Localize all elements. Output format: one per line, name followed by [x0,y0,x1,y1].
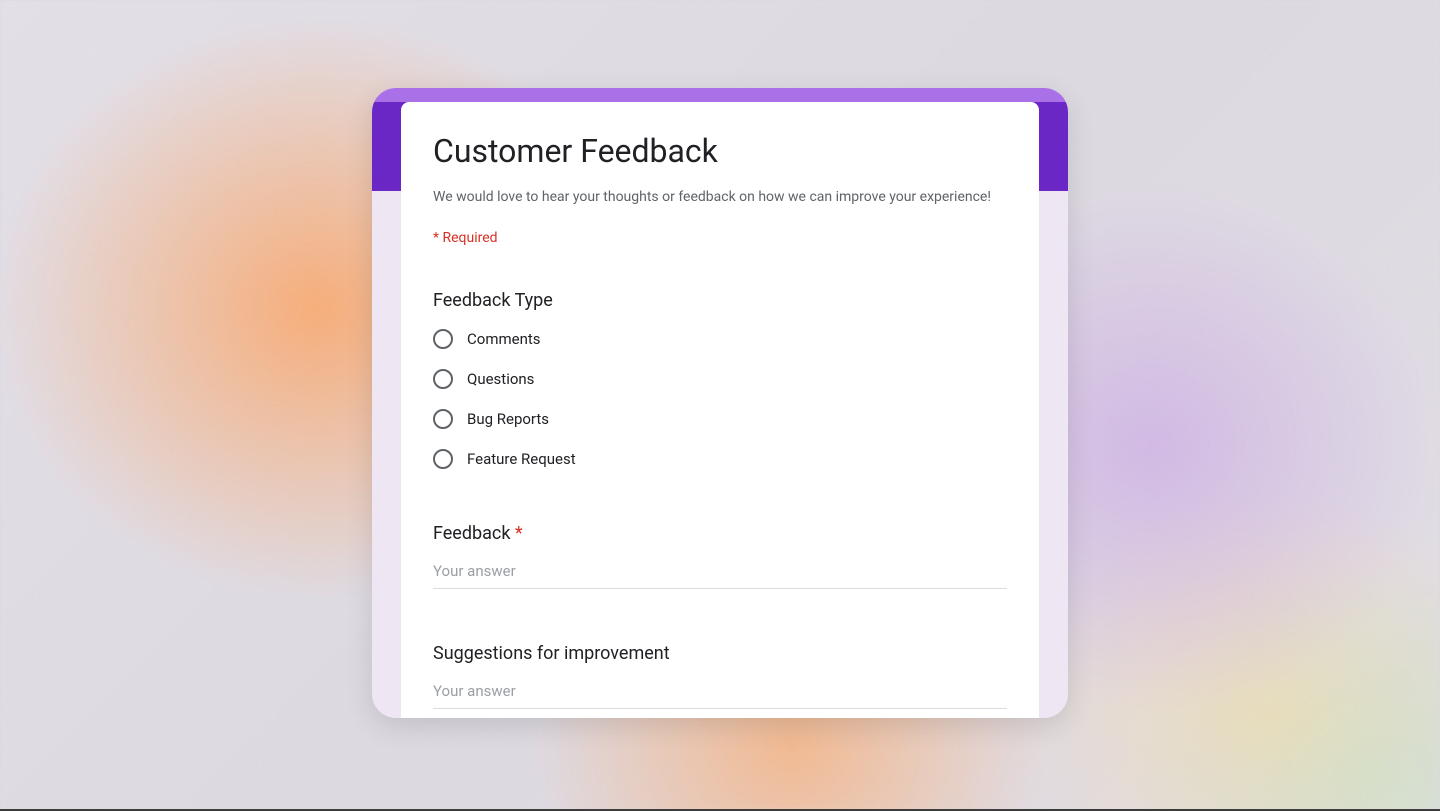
form-description: We would love to hear your thoughts or f… [433,188,1007,208]
question-feedback: Feedback * [401,497,1039,617]
question-title-suggestions: Suggestions for improvement [433,643,1007,664]
question-title-text: Feedback [433,523,515,544]
radio-icon [433,329,453,349]
radio-option-questions[interactable]: Questions [433,369,1007,389]
required-indicator: * Required [433,230,1007,246]
radio-option-bug-reports[interactable]: Bug Reports [433,409,1007,429]
radio-group-feedback-type: Comments Questions Bug Reports Feature R… [433,329,1007,469]
radio-option-comments[interactable]: Comments [433,329,1007,349]
radio-label: Questions [467,370,534,388]
radio-label: Feature Request [467,450,576,468]
radio-label: Comments [467,330,541,348]
header-inner: Customer Feedback We would love to hear … [401,102,1039,276]
radio-option-feature-request[interactable]: Feature Request [433,449,1007,469]
radio-icon [433,449,453,469]
radio-icon [433,369,453,389]
required-star-icon: * [515,523,523,544]
feedback-input[interactable] [433,558,1007,589]
form-title: Customer Feedback [433,132,1007,170]
suggestions-input[interactable] [433,678,1007,709]
form-body: Customer Feedback We would love to hear … [372,102,1068,718]
form-header-card: Customer Feedback We would love to hear … [401,102,1039,276]
question-suggestions: Suggestions for improvement [401,617,1039,718]
radio-icon [433,409,453,429]
radio-label: Bug Reports [467,410,549,428]
form-container: Customer Feedback We would love to hear … [372,88,1068,718]
question-title-feedback-type: Feedback Type [433,290,1007,311]
question-title-feedback: Feedback * [433,523,1007,544]
form-accent-bar [372,88,1068,102]
question-feedback-type: Feedback Type Comments Questions Bug Rep… [401,276,1039,497]
